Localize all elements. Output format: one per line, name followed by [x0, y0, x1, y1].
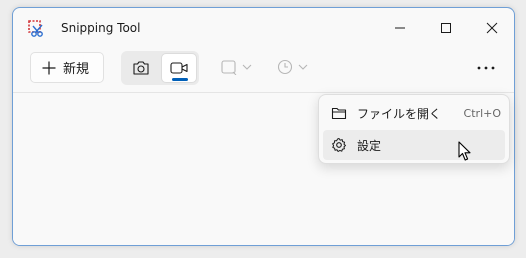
camera-icon — [133, 61, 149, 75]
mouse-pointer-icon — [458, 141, 471, 161]
more-horizontal-icon — [477, 66, 495, 70]
maximize-button[interactable] — [423, 10, 469, 46]
see-more-button[interactable] — [473, 56, 499, 80]
selected-mode-indicator — [172, 78, 188, 81]
window-title: Snipping Tool — [61, 21, 141, 35]
menu-item-open-file[interactable]: ファイルを開く Ctrl+O — [323, 98, 505, 128]
snip-mode-toggle — [121, 51, 199, 85]
new-snip-label: 新規 — [63, 62, 90, 77]
menu-item-settings[interactable]: 設定 — [323, 130, 505, 160]
minimize-icon — [395, 27, 405, 29]
maximize-icon — [441, 23, 451, 33]
menu-item-label: 設定 — [357, 139, 382, 153]
title-bar[interactable]: Snipping Tool — [13, 8, 514, 48]
clock-icon — [277, 59, 308, 75]
menu-item-shortcut: Ctrl+O — [463, 107, 501, 120]
plus-icon — [42, 61, 56, 74]
toolbar: 新規 — [13, 48, 514, 92]
close-icon — [486, 22, 498, 34]
snipping-tool-app-icon — [28, 20, 43, 37]
minimize-button[interactable] — [377, 10, 423, 46]
video-mode-button[interactable] — [161, 53, 197, 83]
rectangle-snip-icon — [221, 60, 252, 75]
more-options-menu: ファイルを開く Ctrl+O 設定 — [318, 94, 510, 164]
timer-dropdown[interactable] — [277, 56, 311, 78]
close-button[interactable] — [469, 10, 514, 46]
photo-mode-button[interactable] — [123, 53, 159, 83]
menu-item-label: ファイルを開く — [357, 107, 442, 121]
settings-gear-icon — [332, 138, 346, 152]
new-snip-button[interactable]: 新規 — [30, 52, 104, 83]
video-camera-icon — [170, 62, 188, 74]
snip-shape-dropdown[interactable] — [220, 56, 254, 78]
folder-icon — [331, 107, 347, 120]
